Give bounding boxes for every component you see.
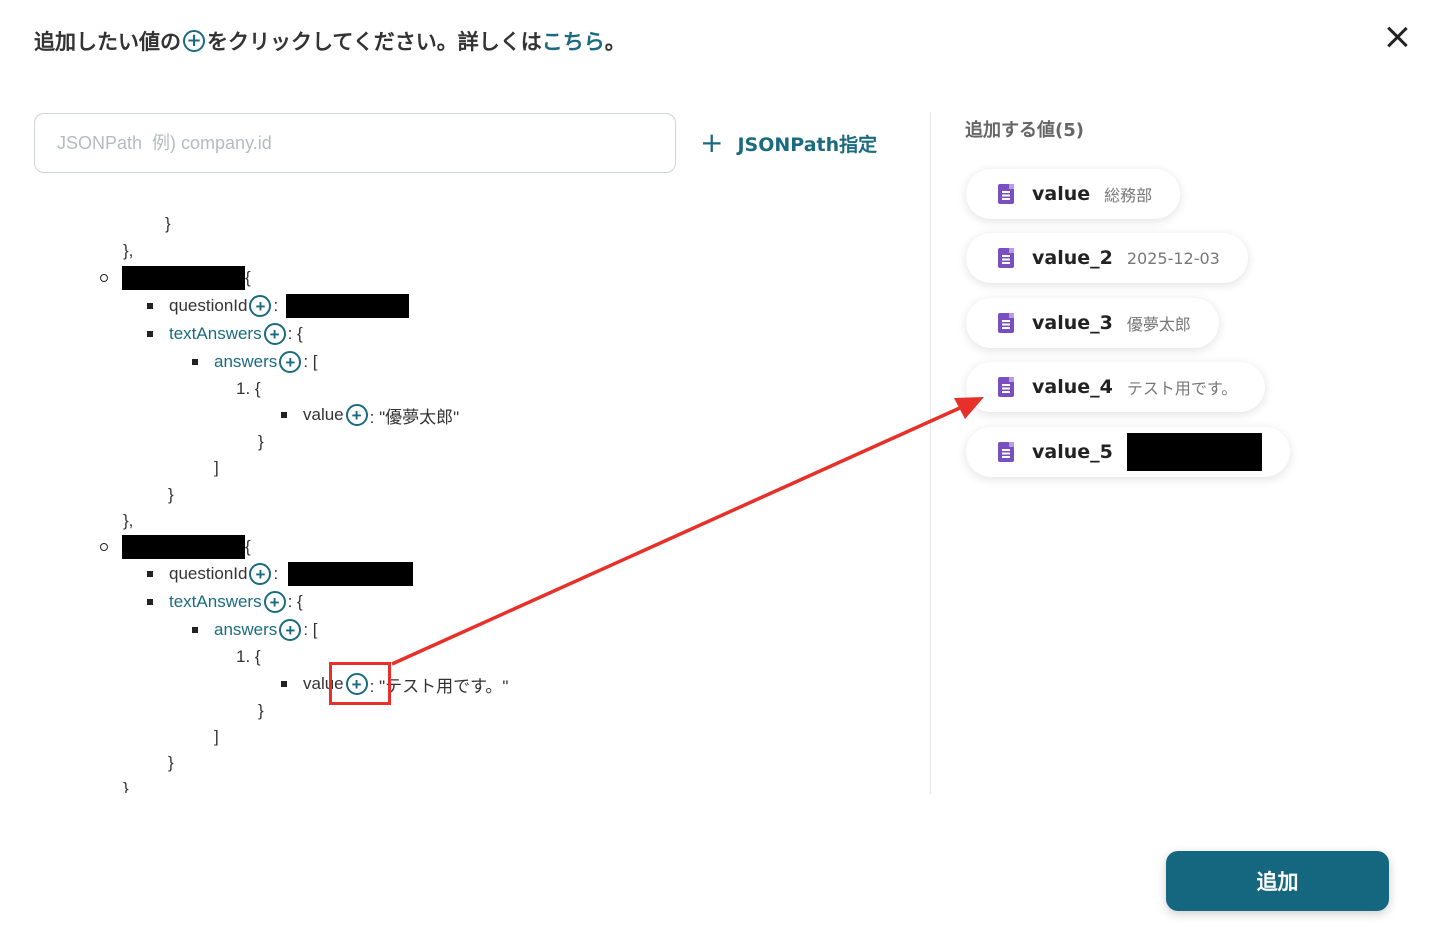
redacted-block bbox=[122, 266, 245, 290]
value-chip-value: 2025-12-03 bbox=[1126, 248, 1220, 268]
value-chip-value: 総務部 bbox=[1104, 186, 1153, 205]
title-text-after: をクリックしてください。詳しくは bbox=[207, 30, 542, 54]
tree-line: 1. { bbox=[236, 647, 261, 666]
tree-line-value: value + : "テスト用です。" bbox=[281, 672, 508, 696]
jsonpath-search-input[interactable] bbox=[34, 113, 676, 173]
panel-divider bbox=[930, 112, 931, 794]
plus-circle-icon[interactable]: + bbox=[249, 563, 272, 585]
plus-circle-icon[interactable]: + bbox=[345, 404, 368, 426]
tree-line: } bbox=[123, 779, 129, 793]
document-icon bbox=[998, 377, 1014, 397]
values-panel-title: 追加する値(5) bbox=[965, 120, 1084, 141]
json-tree[interactable]: } }, { questionId + : textAnswers + : { … bbox=[90, 195, 910, 793]
bullet-icon bbox=[192, 627, 198, 633]
jsonpath-specify-label: JSONPath指定 bbox=[737, 133, 878, 156]
redacted-block bbox=[122, 535, 245, 559]
document-icon bbox=[998, 313, 1014, 333]
value-chip-name: value_2 bbox=[1032, 247, 1113, 269]
tree-line-answers: answers + : [ bbox=[192, 350, 317, 374]
redacted-block bbox=[1126, 433, 1262, 471]
value-chip-name: value_4 bbox=[1032, 376, 1113, 398]
value-chip-value: テスト用です。 bbox=[1126, 379, 1238, 398]
add-button[interactable]: 追加 bbox=[1166, 851, 1389, 911]
value-chip[interactable]: value 総務部 bbox=[966, 169, 1181, 219]
tree-line-text-answers: textAnswers + : { bbox=[147, 590, 303, 614]
tree-line: ] bbox=[214, 458, 219, 477]
tree-node-answer-item: { bbox=[100, 535, 251, 559]
plus-circle-icon[interactable]: + bbox=[263, 323, 286, 345]
bullet-icon bbox=[100, 543, 108, 551]
bullet-icon bbox=[281, 412, 287, 418]
bullet-icon bbox=[100, 274, 108, 282]
value-chip-name: value_5 bbox=[1032, 441, 1113, 463]
value-chip-name: value bbox=[1032, 183, 1091, 205]
tree-line: } bbox=[165, 214, 171, 233]
value-chip[interactable]: value_4 テスト用です。 bbox=[966, 362, 1266, 412]
tree-line-text-answers: textAnswers + : { bbox=[147, 322, 303, 346]
bullet-icon bbox=[147, 571, 153, 577]
tree-line: 1. { bbox=[236, 379, 261, 398]
tree-line-answers: answers + : [ bbox=[192, 618, 317, 642]
bullet-icon bbox=[147, 331, 153, 337]
tree-line: }, bbox=[123, 241, 134, 260]
plus-icon: + bbox=[700, 126, 724, 159]
redacted-block bbox=[288, 562, 414, 586]
plus-circle-icon[interactable]: + bbox=[263, 591, 286, 613]
tree-line-question-id: questionId + : bbox=[147, 562, 414, 586]
bullet-icon bbox=[147, 599, 153, 605]
page-title: 追加したい値の + をクリックしてください。詳しくは こちら 。 bbox=[34, 26, 626, 56]
value-chip-value: 優夢太郎 bbox=[1126, 315, 1191, 334]
tree-line: } bbox=[258, 432, 264, 451]
tree-line: } bbox=[168, 485, 174, 504]
tree-line: } bbox=[168, 753, 174, 772]
tree-line: } bbox=[258, 701, 264, 720]
annotation-highlight-box bbox=[329, 662, 391, 705]
plus-circle-icon: + bbox=[183, 30, 205, 52]
plus-circle-icon[interactable]: + bbox=[279, 619, 302, 641]
value-chip[interactable]: value_2 2025-12-03 bbox=[966, 233, 1248, 283]
document-icon bbox=[998, 248, 1014, 268]
tree-line: ] bbox=[214, 727, 219, 746]
document-icon bbox=[998, 184, 1014, 204]
title-end: 。 bbox=[604, 30, 626, 54]
tree-line: }, bbox=[123, 511, 134, 530]
document-icon bbox=[998, 442, 1014, 462]
plus-circle-icon[interactable]: + bbox=[249, 295, 272, 317]
tree-line-question-id: questionId + : bbox=[147, 294, 410, 318]
value-chip-name: value_3 bbox=[1032, 312, 1113, 334]
jsonpath-specify-button[interactable]: + JSONPath指定 bbox=[700, 128, 877, 158]
redacted-block bbox=[286, 294, 410, 318]
tree-node-answer-item: { bbox=[100, 266, 251, 290]
bullet-icon bbox=[281, 681, 287, 687]
title-text-before: 追加したい値の bbox=[34, 30, 181, 54]
value-chip[interactable]: value_3 優夢太郎 bbox=[966, 298, 1219, 348]
tree-line-value: value + : "優夢太郎" bbox=[281, 403, 459, 427]
bullet-icon bbox=[147, 303, 153, 309]
help-link[interactable]: こちら bbox=[542, 26, 605, 56]
close-icon[interactable] bbox=[1382, 22, 1412, 52]
bullet-icon bbox=[192, 359, 198, 365]
value-chip[interactable]: value_5 bbox=[966, 427, 1290, 477]
plus-circle-icon[interactable]: + bbox=[279, 351, 302, 373]
